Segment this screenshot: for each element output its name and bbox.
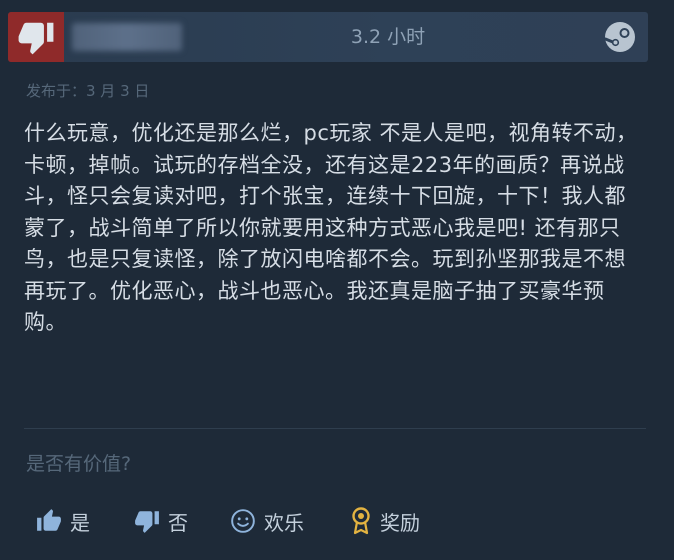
award-icon — [352, 507, 370, 535]
reviewer-name-blurred — [72, 23, 182, 51]
vote-yes-label: 是 — [70, 510, 90, 535]
divider — [24, 428, 646, 429]
playtime-hours: 3.2 小时 — [350, 26, 426, 48]
vote-yes-button[interactable]: 是 — [36, 500, 90, 542]
award-label: 奖励 — [380, 510, 420, 535]
award-button[interactable]: 奖励 — [350, 500, 420, 542]
thumbs-down-icon — [135, 511, 159, 533]
review-card: 3.2 小时 发布于：3 月 3 日 什么玩意，优化还是那么烂，pc玩家 不是人… — [0, 0, 674, 560]
not-recommended-badge — [8, 12, 64, 62]
vote-no-label: 否 — [168, 510, 188, 535]
review-header: 3.2 小时 — [8, 12, 648, 62]
vote-funny-label: 欢乐 — [264, 510, 304, 535]
steam-logo-icon — [604, 22, 635, 52]
smiley-icon — [231, 509, 255, 533]
thumbs-down-icon — [18, 22, 54, 55]
vote-no-button[interactable]: 否 — [134, 500, 188, 542]
posted-date: 发布于：3 月 3 日 — [26, 82, 150, 100]
thumbs-up-icon — [37, 509, 61, 531]
helpful-question: 是否有价值? — [26, 453, 132, 475]
review-text: 什么玩意，优化还是那么烂，pc玩家 不是人是吧，视角转不动，卡顿，掉帧。试玩的存… — [24, 121, 638, 334]
vote-funny-button[interactable]: 欢乐 — [230, 500, 304, 542]
